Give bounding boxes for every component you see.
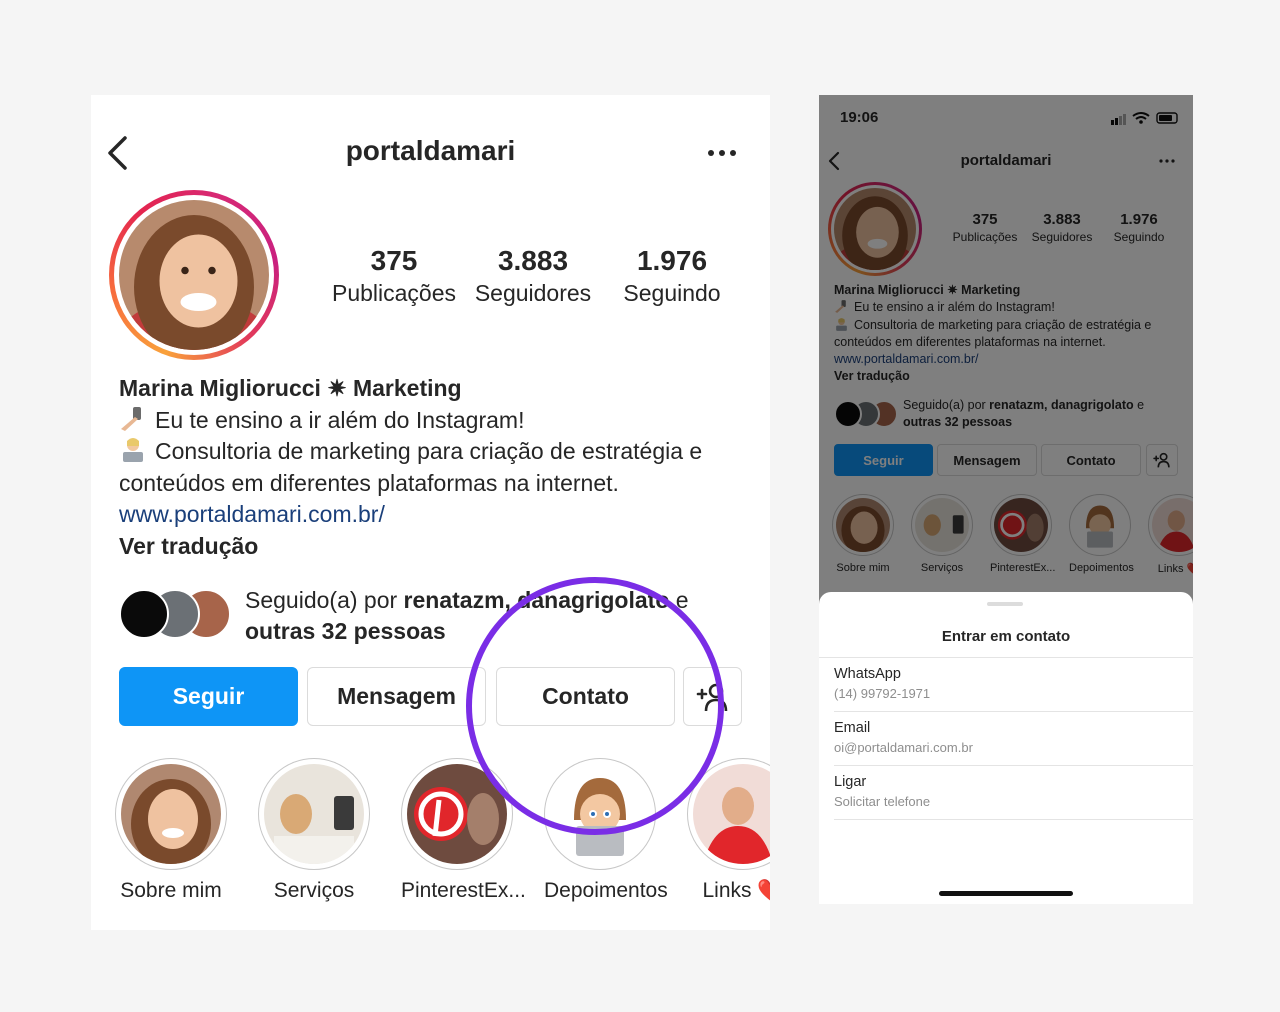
- following-count: 1.976: [636, 245, 708, 276]
- highlight-photo: [264, 764, 364, 864]
- profile-bio: Marina Migliorucci ✷ Marketing Eu te ens…: [119, 373, 759, 562]
- more-options-icon[interactable]: [705, 143, 741, 163]
- stat-followers[interactable]: 3.883 Seguidores: [463, 245, 603, 307]
- contact-option-email[interactable]: Email oi@portaldamari.com.br: [834, 712, 1193, 766]
- message-button[interactable]: Mensagem: [307, 667, 486, 726]
- option-title: Email: [834, 720, 871, 736]
- highlight-label: PinterestEx...: [401, 879, 526, 902]
- followed-by-others: outras 32 pessoas: [245, 618, 446, 644]
- option-title: Ligar: [834, 774, 867, 790]
- contact-highlight-circle: [466, 577, 724, 835]
- contact-bottom-sheet: Entrar em contato WhatsApp (14) 99792-19…: [819, 592, 1193, 904]
- highlight-label: Links ❤️: [702, 879, 770, 902]
- phone-screenshot-panel: 19:06 portaldamari 375 Publicações: [819, 95, 1193, 904]
- option-detail: (14) 99792-1971: [834, 686, 931, 701]
- home-indicator[interactable]: [939, 891, 1073, 896]
- stat-posts[interactable]: 375 Publicações: [323, 245, 465, 307]
- bio-line-1: Eu te ensino a ir além do Instagram!: [155, 406, 525, 433]
- followed-by-prefix: Seguido(a) por: [245, 587, 404, 613]
- option-title: WhatsApp: [834, 666, 901, 682]
- profile-username: portaldamari: [345, 135, 516, 166]
- following-label: Seguindo: [623, 280, 721, 306]
- sheet-title: Entrar em contato: [941, 628, 1071, 645]
- option-detail: Solicitar telefone: [834, 794, 931, 809]
- option-detail: oi@portaldamari.com.br: [834, 740, 973, 755]
- followers-label: Seguidores: [474, 280, 592, 306]
- posts-label: Publicações: [331, 280, 457, 306]
- profile-photo: [119, 200, 269, 350]
- bio-name: Marina Migliorucci ✷ Marketing: [119, 375, 462, 401]
- highlight-photo: [121, 764, 221, 864]
- highlight-photo: [693, 764, 770, 864]
- mutual-avatars: [119, 589, 234, 639]
- highlight-label: Depoimentos: [544, 879, 668, 902]
- bio-line-2: Consultoria de marketing para criação de…: [119, 438, 703, 496]
- bio-website-link[interactable]: www.portaldamari.com.br/: [119, 499, 759, 531]
- highlight-servicos[interactable]: Serviços: [258, 758, 370, 903]
- highlight-sobre-mim[interactable]: Sobre mim: [115, 758, 227, 903]
- selfie-emoji-icon: [119, 406, 147, 431]
- highlight-label: Sobre mim: [120, 879, 222, 902]
- stat-following[interactable]: 1.976 Seguindo: [611, 245, 733, 307]
- highlight-label: Serviços: [273, 879, 355, 902]
- follow-button[interactable]: Seguir: [119, 667, 298, 726]
- posts-count: 375: [370, 245, 418, 276]
- sheet-grab-handle[interactable]: [987, 602, 1023, 606]
- followers-count: 3.883: [497, 245, 569, 276]
- profile-avatar[interactable]: [109, 190, 279, 360]
- translate-link[interactable]: Ver tradução: [119, 531, 759, 563]
- contact-option-call[interactable]: Ligar Solicitar telefone: [834, 766, 1193, 820]
- woman-laptop-emoji-icon: [119, 438, 147, 462]
- contact-option-whatsapp[interactable]: WhatsApp (14) 99792-1971: [834, 658, 1193, 712]
